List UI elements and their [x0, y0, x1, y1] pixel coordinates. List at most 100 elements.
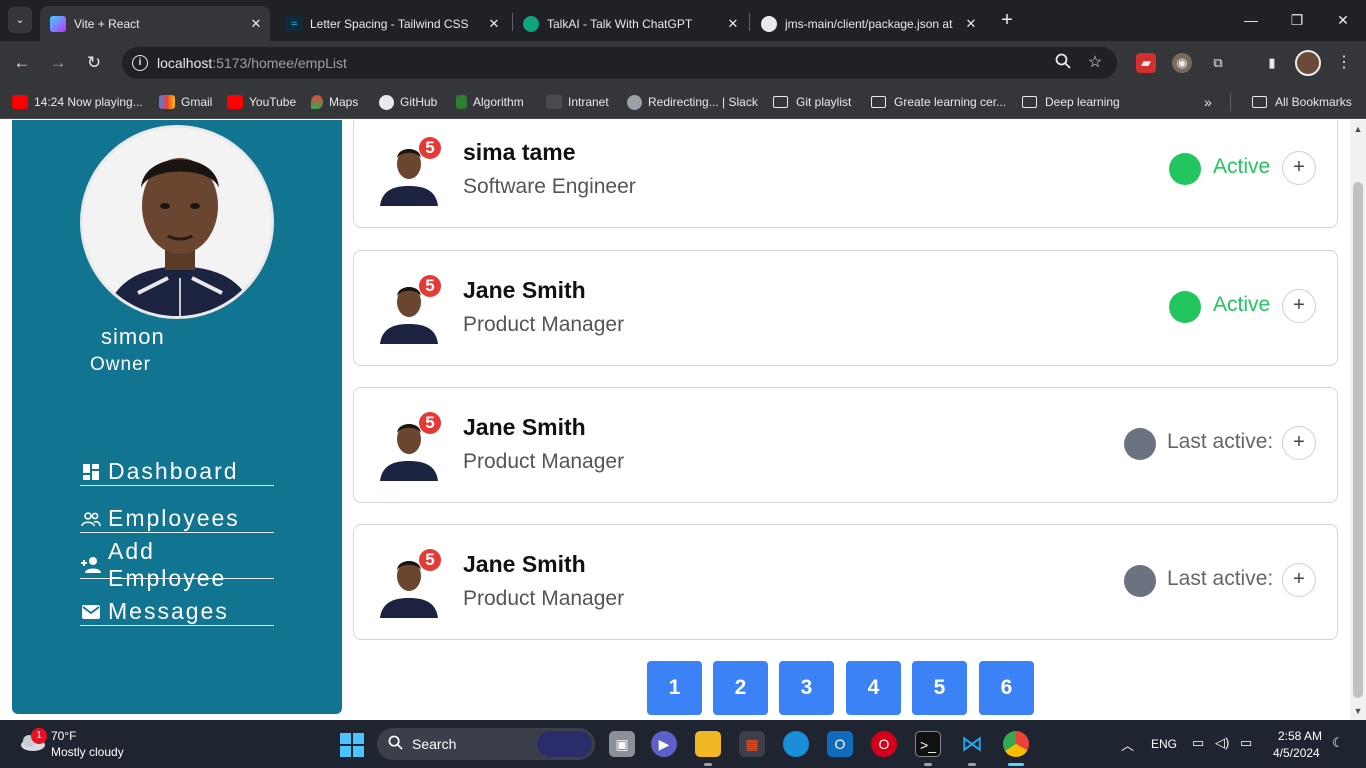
notification-badge: 5 [419, 549, 441, 571]
url-text[interactable]: localhost:5173/homee/empList [157, 55, 347, 71]
employee-card[interactable]: 5 Jane Smith Product Manager Last active… [353, 387, 1338, 503]
tab-vite-react[interactable]: Vite + React ✕ [40, 6, 270, 41]
nav-messages[interactable]: Messages [80, 598, 274, 626]
bookmark-intranet[interactable]: Intranet [546, 93, 609, 111]
new-tab-button[interactable]: + [995, 8, 1019, 32]
windows-taskbar: 1 70°F Mostly cloudy Search ▣ ▶ ▦ O O >_… [0, 720, 1366, 768]
chrome-icon[interactable] [1003, 731, 1029, 757]
chrome-menu-icon[interactable]: ⋮ [1334, 53, 1354, 73]
weather-temperature[interactable]: 70°F [51, 729, 76, 743]
address-bar[interactable]: i localhost:5173/homee/empList ☆ [122, 47, 1117, 79]
status-text: Last active: [1167, 567, 1274, 590]
bookmark-git-playlist[interactable]: Git playlist [773, 93, 851, 111]
bookmark-maps[interactable]: Maps [311, 93, 358, 111]
page-button-1[interactable]: 1 [647, 661, 702, 715]
expand-plus-button[interactable]: + [1282, 563, 1316, 597]
employee-card[interactable]: 5 Jane Smith Product Manager Active + [353, 250, 1338, 366]
extensions-puzzle-icon[interactable]: ⧉ [1208, 53, 1228, 73]
status-text: Active [1213, 293, 1271, 316]
bookmark-algorithm[interactable]: Algorithm [456, 93, 524, 111]
status-dot [1169, 153, 1201, 185]
close-tab-icon[interactable]: ✕ [484, 16, 504, 32]
bookmark-slack[interactable]: Redirecting... | Slack [627, 93, 758, 111]
bookmark-youtube[interactable]: YouTube [227, 93, 296, 111]
nav-dashboard[interactable]: Dashboard [80, 458, 274, 486]
user-name: simon [101, 324, 165, 349]
scroll-up-arrow-icon[interactable]: ▲ [1353, 124, 1363, 134]
vscode-icon[interactable]: ⋈ [959, 731, 985, 757]
bookmark-now-playing[interactable]: 14:24 Now playing... [12, 93, 143, 111]
opera-icon[interactable]: O [871, 731, 897, 757]
zoom-search-icon[interactable] [1053, 53, 1073, 73]
employee-title: Product Manager [463, 313, 625, 336]
employee-name: sima tame [463, 139, 576, 165]
chevron-up-icon[interactable]: ︿ [1121, 735, 1134, 754]
volume-icon[interactable]: ◁) [1215, 735, 1229, 751]
more-bookmarks-chevron-icon[interactable]: » [1204, 93, 1212, 111]
tab-github[interactable]: jms-main/client/package.json at ✕ [751, 6, 985, 41]
page-button-2[interactable]: 2 [713, 661, 768, 715]
nav-add-employee[interactable]: Add Employee [80, 538, 274, 591]
edge-browser-icon[interactable] [783, 731, 809, 757]
clock-date[interactable]: 4/5/2024 [1273, 746, 1320, 760]
extension-owl-icon[interactable]: ◉ [1172, 53, 1192, 73]
extension-red-icon[interactable]: ▰ [1136, 53, 1156, 73]
input-language[interactable]: ENG [1151, 737, 1177, 751]
windows-start-icon[interactable] [340, 733, 364, 757]
tab-search-button[interactable]: ⌄ [8, 7, 32, 33]
sidebar: simon Owner Dashboard Employees Add Empl… [12, 120, 342, 714]
bookmark-deep-learning[interactable]: Deep learning [1022, 93, 1120, 111]
search-label: Search [412, 736, 457, 752]
site-info-icon[interactable]: i [132, 55, 148, 71]
page-scrollbar[interactable]: ▲ ▼ [1350, 120, 1366, 720]
tab-title: TalkAI - Talk With ChatGPT [547, 16, 693, 31]
restore-button[interactable]: ❐ [1274, 8, 1320, 32]
close-window-button[interactable]: ✕ [1320, 8, 1366, 32]
page-button-3[interactable]: 3 [779, 661, 834, 715]
maps-icon [311, 95, 323, 109]
close-tab-icon[interactable]: ✕ [723, 16, 743, 32]
bookmark-greate-learning[interactable]: Greate learning cer... [871, 93, 1006, 111]
employee-card[interactable]: 5 sima tame Software Engineer Active + [353, 120, 1338, 228]
profile-avatar[interactable] [1295, 50, 1321, 76]
page-button-6[interactable]: 6 [979, 661, 1034, 715]
notification-badge: 5 [419, 275, 441, 297]
bookmark-gmail[interactable]: Gmail [159, 93, 212, 111]
expand-plus-button[interactable]: + [1282, 289, 1316, 323]
terminal-icon[interactable]: >_ [915, 731, 941, 757]
expand-plus-button[interactable]: + [1282, 151, 1316, 185]
back-button[interactable]: ← [10, 51, 34, 75]
tab-tailwind[interactable]: ≈ Letter Spacing - Tailwind CSS ✕ [276, 6, 508, 41]
expand-plus-button[interactable]: + [1282, 426, 1316, 460]
microsoft-store-icon[interactable]: ▦ [739, 731, 765, 757]
close-tab-icon[interactable]: ✕ [961, 16, 981, 32]
weather-description[interactable]: Mostly cloudy [51, 745, 124, 759]
reload-button[interactable]: ↻ [82, 51, 106, 75]
focus-moon-icon[interactable]: ☾ [1332, 735, 1344, 751]
bookmark-github[interactable]: GitHub [379, 93, 437, 111]
outlook-icon[interactable]: O [827, 731, 853, 757]
bookmark-label: Algorithm [473, 95, 524, 109]
nav-employees[interactable]: Employees [80, 505, 274, 533]
teams-chat-icon[interactable]: ▶ [651, 731, 677, 757]
file-explorer-icon[interactable] [695, 731, 721, 757]
employee-card[interactable]: 5 Jane Smith Product Manager Last active… [353, 524, 1338, 640]
taskbar-search[interactable]: Search [377, 728, 595, 760]
page-button-5[interactable]: 5 [912, 661, 967, 715]
scrollbar-thumb[interactable] [1353, 182, 1363, 698]
clock-time[interactable]: 2:58 AM [1278, 729, 1322, 743]
folder-icon [1022, 96, 1037, 108]
side-panel-icon[interactable]: ▮ [1262, 53, 1282, 73]
scroll-down-arrow-icon[interactable]: ▼ [1353, 706, 1363, 716]
network-icon[interactable]: ▭ [1192, 735, 1204, 751]
running-indicator [968, 763, 976, 766]
battery-icon[interactable]: ▭ [1240, 735, 1252, 751]
page-button-4[interactable]: 4 [846, 661, 901, 715]
tab-talkai[interactable]: TalkAI - Talk With ChatGPT ✕ [513, 6, 747, 41]
minimize-button[interactable]: — [1228, 8, 1274, 32]
task-view-icon[interactable]: ▣ [609, 731, 635, 757]
close-tab-icon[interactable]: ✕ [246, 16, 266, 32]
forward-button[interactable]: → [46, 51, 70, 75]
all-bookmarks-button[interactable]: All Bookmarks [1252, 93, 1352, 111]
bookmark-star-icon[interactable]: ☆ [1085, 53, 1105, 73]
